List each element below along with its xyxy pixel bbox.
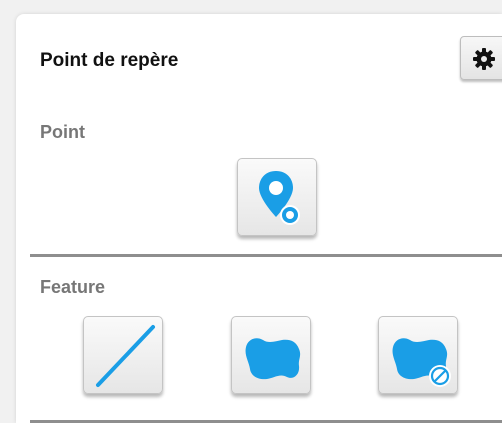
settings-button[interactable] — [460, 36, 502, 80]
add-point-button[interactable] — [237, 158, 317, 236]
draw-polygon-button[interactable] — [231, 316, 311, 394]
polygon-remove-icon — [392, 338, 451, 387]
feature-section-label: Feature — [40, 277, 106, 297]
point-section-label: Point — [40, 122, 85, 142]
gear-icon — [473, 48, 495, 70]
landmark-panel: Point de repère Point Feature — [16, 14, 502, 423]
draw-line-button[interactable] — [83, 316, 163, 394]
polygon-icon — [245, 338, 301, 380]
line-icon — [96, 325, 155, 387]
map-pin-icon — [259, 171, 300, 225]
panel-title: Point de repère — [40, 50, 179, 71]
section-divider — [30, 254, 502, 257]
remove-polygon-button[interactable] — [378, 316, 458, 394]
